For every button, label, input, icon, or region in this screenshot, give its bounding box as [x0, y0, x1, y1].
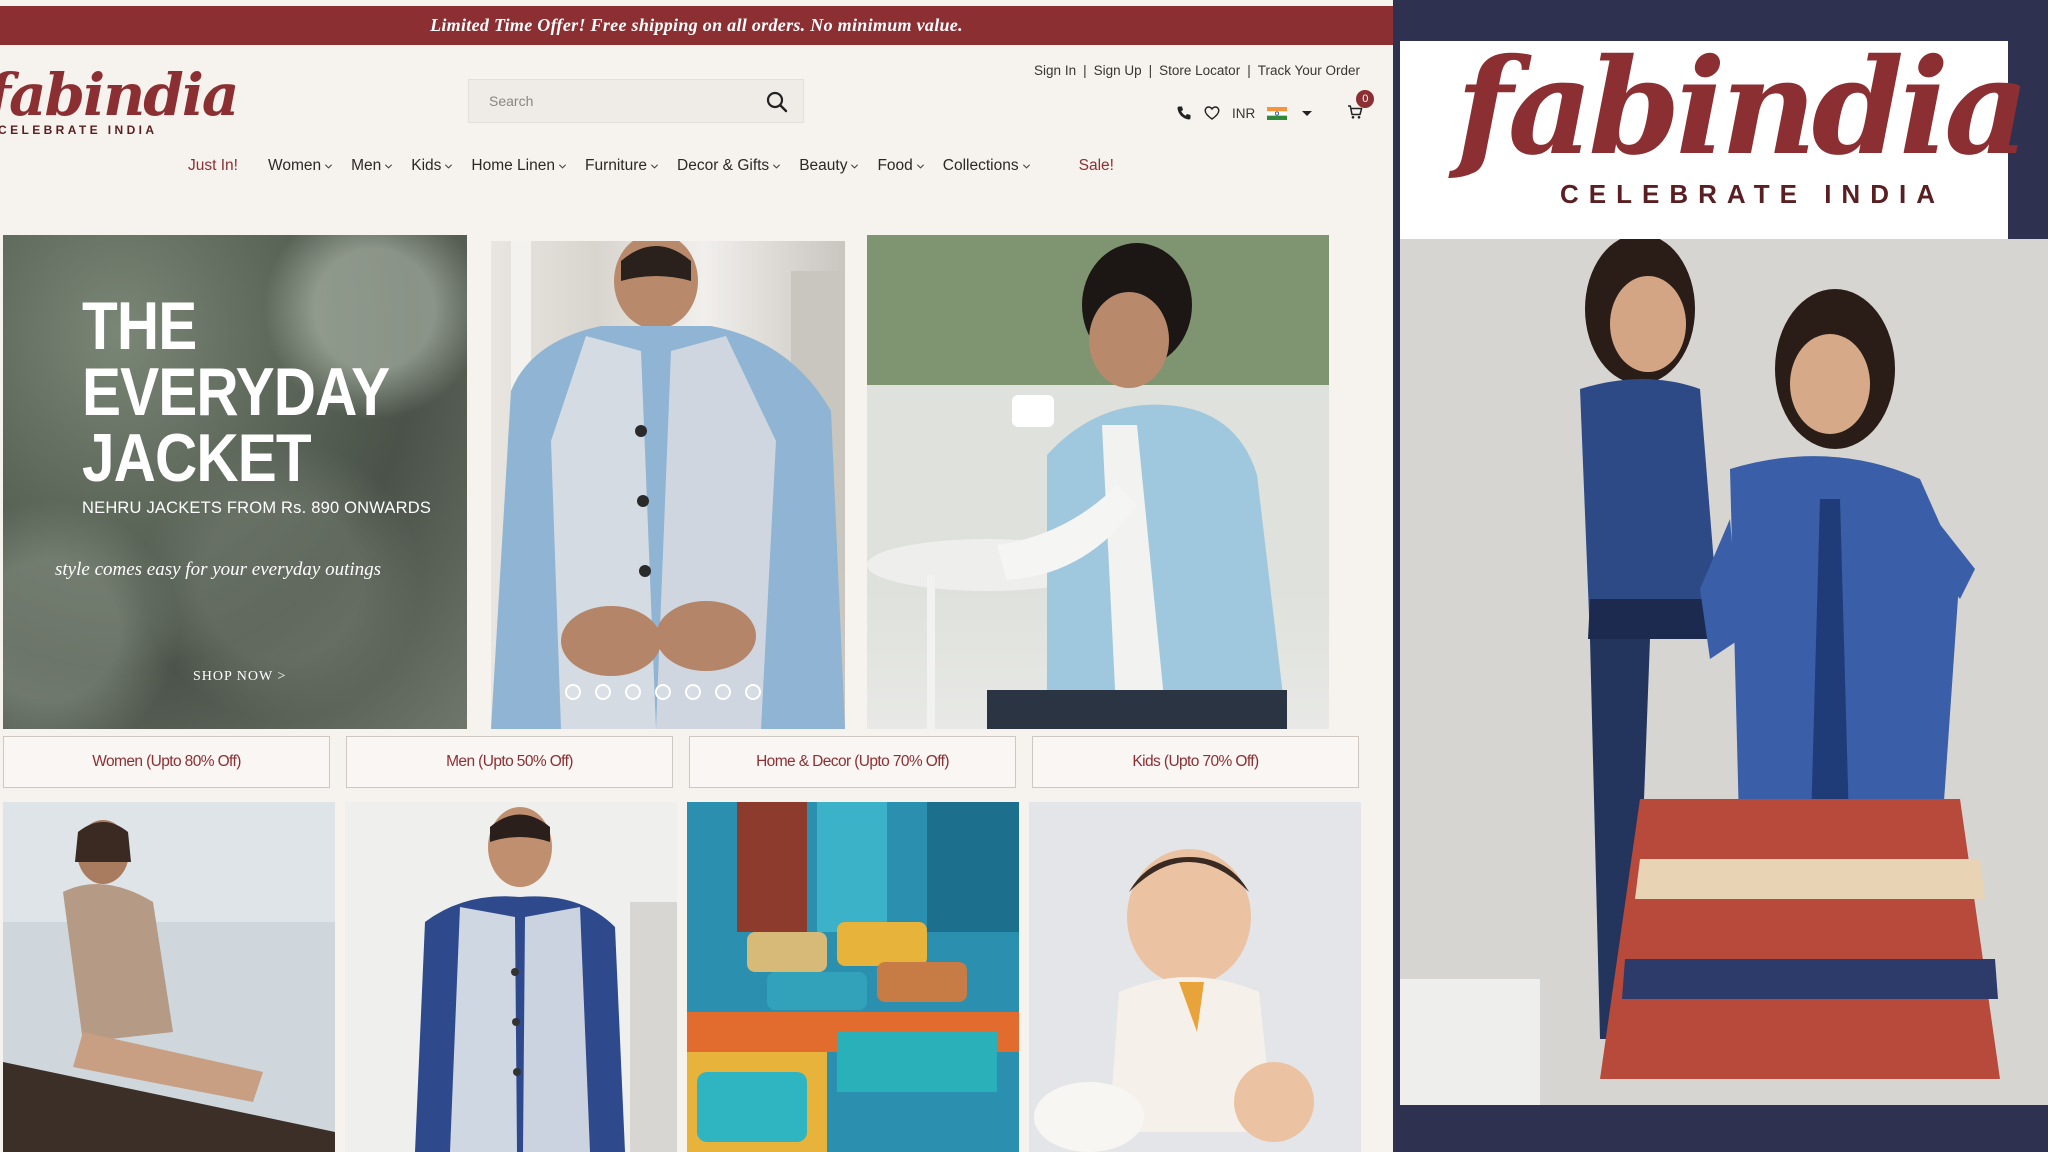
shop-now-button[interactable]: SHOP NOW > — [193, 669, 286, 685]
men-category-image[interactable] — [345, 802, 677, 1152]
home-decor-offer-tab[interactable]: Home & Decor (Upto 70% Off) — [689, 736, 1016, 788]
chevron-down-icon — [445, 163, 453, 169]
carousel-dot[interactable] — [625, 684, 641, 700]
carousel-dot[interactable] — [565, 684, 581, 700]
account-links: Sign In | Sign Up | Store Locator | Trac… — [1034, 63, 1360, 78]
track-order-link[interactable]: Track Your Order — [1258, 63, 1360, 78]
carousel-dot[interactable] — [715, 684, 731, 700]
hero-title-line: EVERYDAY — [82, 354, 390, 430]
two-women-in-ethnic-wear-photo — [1400, 239, 2048, 1105]
men-offer-tab[interactable]: Men (Upto 50% Off) — [346, 736, 673, 788]
man-in-jacket-illustration — [491, 241, 845, 729]
nav-label: Food — [877, 157, 913, 174]
women-offer-tab[interactable]: Women (Upto 80% Off) — [3, 736, 330, 788]
phone-icon[interactable] — [1176, 105, 1192, 121]
two-women-illustration — [1400, 239, 2048, 1105]
nav-collections[interactable]: Collections — [943, 157, 1031, 175]
link-separator: | — [1247, 63, 1251, 78]
man-seated-illustration — [867, 235, 1329, 729]
search-input[interactable] — [489, 93, 749, 109]
kids-category-image[interactable] — [1029, 802, 1361, 1152]
chevron-down-icon — [773, 163, 781, 169]
cart-count-badge: 0 — [1356, 89, 1375, 108]
baby-sitting-illustration — [1029, 802, 1361, 1152]
hero-title-line: THE — [82, 288, 197, 364]
nav-label: Women — [267, 157, 322, 174]
link-separator: | — [1148, 63, 1153, 78]
nav-label: Furniture — [584, 157, 648, 174]
hero-text-panel[interactable]: THE EVERYDAY JACKET NEHRU JACKETS FROM R… — [3, 235, 467, 729]
nav-decor-gifts[interactable]: Decor & Gifts — [677, 157, 781, 175]
sign-up-link[interactable]: Sign Up — [1094, 63, 1142, 78]
hero-title-line: JACKET — [82, 420, 312, 496]
chevron-down-icon — [916, 163, 924, 169]
nav-home-linen[interactable]: Home Linen — [471, 157, 567, 175]
logo-wordmark: fabindia — [0, 61, 239, 129]
carousel-pagination — [565, 684, 761, 700]
fabindia-large-logo: fabindia CELEBRATE INDIA — [1400, 33, 2030, 239]
women-category-image[interactable] — [3, 802, 335, 1152]
large-logo-wordmark: fabindia — [1456, 30, 2030, 185]
logo-tagline: CELEBRATE INDIA — [0, 123, 158, 137]
man-in-nehru-jacket-illustration — [345, 802, 677, 1152]
site-header: fabindia CELEBRATE INDIA Sign In | Sign … — [0, 45, 1393, 205]
hero-carousel[interactable]: THE EVERYDAY JACKET NEHRU JACKETS FROM R… — [3, 235, 1329, 729]
india-flag-icon[interactable] — [1267, 106, 1288, 120]
utility-bar: INR 0 — [1176, 89, 1375, 125]
nav-label: Beauty — [799, 157, 848, 174]
carousel-dot[interactable] — [685, 684, 701, 700]
link-separator: | — [1083, 63, 1087, 78]
category-image-row — [3, 802, 1361, 1152]
store-locator-link[interactable]: Store Locator — [1159, 63, 1240, 78]
cart-button[interactable]: 0 — [1347, 89, 1375, 123]
nav-beauty[interactable]: Beauty — [799, 157, 859, 175]
promo-text: Limited Time Offer! Free shipping on all… — [430, 15, 963, 35]
home-decor-category-image[interactable] — [687, 802, 1019, 1152]
chevron-down-icon — [325, 163, 333, 169]
carousel-dot[interactable] — [595, 684, 611, 700]
nav-label: Home Linen — [471, 157, 555, 174]
hero-image-man-with-teacup — [867, 235, 1329, 729]
cushions-and-decor-illustration — [687, 802, 1019, 1152]
carousel-dot[interactable] — [655, 684, 671, 700]
fabindia-website-screenshot: Limited Time Offer! Free shipping on all… — [0, 0, 1393, 1152]
hero-title: THE EVERYDAY JACKET — [82, 288, 390, 496]
nav-label: Kids — [411, 157, 442, 174]
nav-label: Men — [351, 157, 382, 174]
chevron-down-icon — [1022, 163, 1030, 169]
currency-dropdown-icon[interactable] — [1299, 105, 1315, 121]
main-navigation: Just In! Women Men Kids Home Linen Furni… — [188, 157, 1132, 175]
chevron-down-icon — [650, 163, 659, 169]
category-offer-tabs: Women (Upto 80% Off) Men (Upto 50% Off) … — [3, 736, 1359, 788]
search-bar — [468, 79, 804, 123]
nav-food[interactable]: Food — [877, 157, 924, 175]
hero-subtitle: NEHRU JACKETS FROM Rs. 890 ONWARDS — [82, 499, 432, 517]
promo-banner[interactable]: Limited Time Offer! Free shipping on all… — [0, 6, 1393, 45]
nav-just-in[interactable]: Just In! — [188, 157, 238, 175]
fabindia-brand-panel: fabindia CELEBRATE INDIA — [1393, 0, 2048, 1152]
nav-kids[interactable]: Kids — [411, 157, 453, 175]
search-icon[interactable] — [765, 90, 789, 114]
sign-in-link[interactable]: Sign In — [1034, 63, 1076, 78]
chevron-down-icon — [558, 163, 567, 169]
kids-offer-tab[interactable]: Kids (Upto 70% Off) — [1032, 736, 1359, 788]
chevron-down-icon — [385, 163, 393, 169]
currency-selector[interactable]: INR — [1232, 106, 1255, 121]
woman-on-boat-illustration — [3, 802, 335, 1152]
nav-label: Decor & Gifts — [677, 157, 770, 174]
chevron-down-icon — [851, 163, 859, 169]
large-logo-tagline: CELEBRATE INDIA — [1560, 179, 1945, 209]
site-logo[interactable]: fabindia CELEBRATE INDIA — [0, 61, 239, 158]
nav-women[interactable]: Women — [268, 157, 333, 175]
nav-furniture[interactable]: Furniture — [585, 157, 659, 175]
wishlist-heart-icon[interactable] — [1204, 105, 1220, 121]
nav-men[interactable]: Men — [351, 157, 393, 175]
carousel-dot[interactable] — [745, 684, 761, 700]
nav-label: Collections — [942, 157, 1019, 174]
nav-sale[interactable]: Sale! — [1079, 157, 1114, 175]
hero-tagline: style comes easy for your everyday outin… — [55, 559, 382, 580]
hero-image-man-jacket-closeup — [491, 241, 845, 729]
